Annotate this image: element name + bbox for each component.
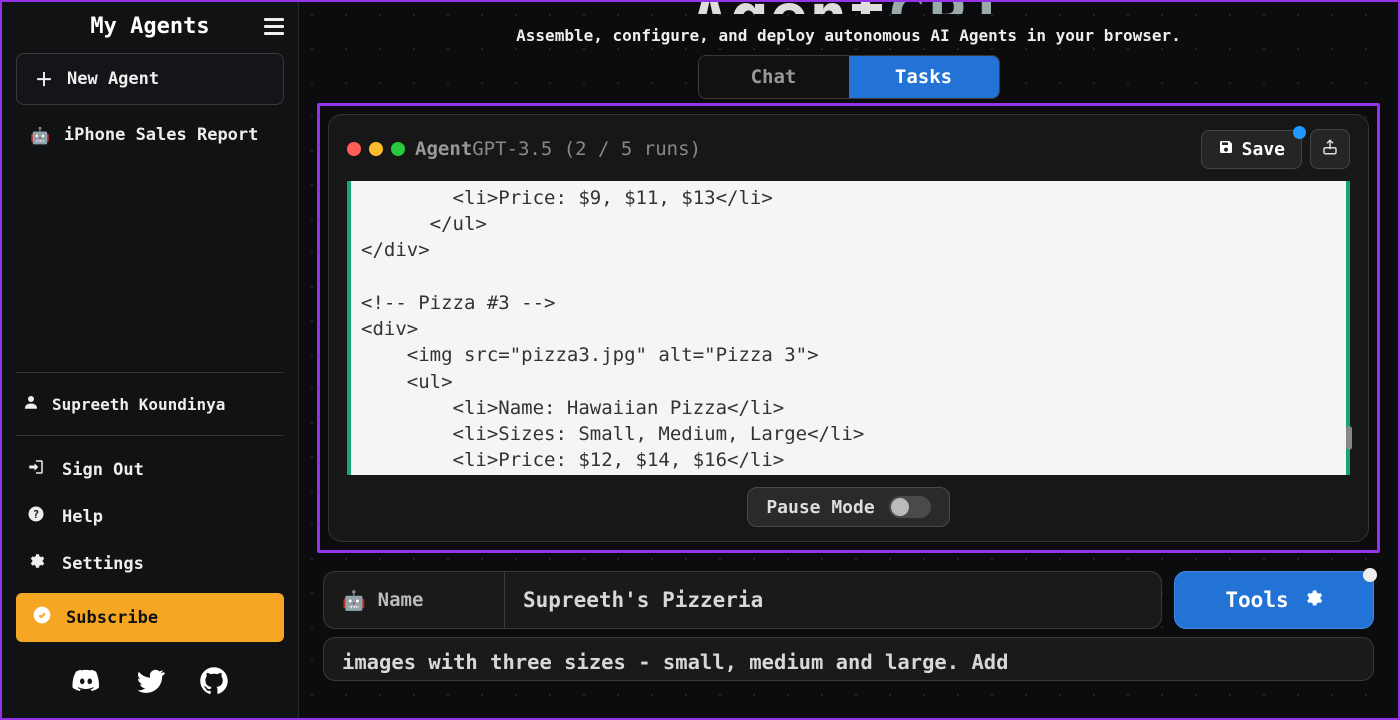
gear-icon [26, 552, 46, 575]
name-input-row: 🤖 Name Supreeth's Pizzeria Tools [323, 571, 1374, 629]
tools-label: Tools [1225, 588, 1288, 612]
nav-label: Sign Out [62, 460, 144, 480]
discord-icon[interactable] [71, 666, 101, 700]
divider [16, 372, 284, 373]
hero: AgentGPT Assemble, configure, and deploy… [299, 2, 1398, 55]
nav-settings[interactable]: Settings [16, 540, 284, 587]
user-label: Supreeth Koundinya [52, 395, 225, 414]
highlight-frame: AgentGPT-3.5 (2 / 5 runs) Save [317, 103, 1380, 553]
nav-help[interactable]: ? Help [16, 493, 284, 540]
robot-icon: 🤖 [342, 589, 366, 612]
sidebar: My Agents ＋ New Agent 🤖 iPhone Sales Rep… [2, 2, 299, 718]
save-button[interactable]: Save [1201, 130, 1302, 169]
subscribe-button[interactable]: Subscribe [16, 593, 284, 642]
goal-input-row: images with three sizes - small, medium … [323, 637, 1374, 681]
svg-text:?: ? [33, 509, 39, 521]
pause-toggle[interactable] [889, 496, 931, 518]
window-controls [347, 142, 405, 156]
check-circle-icon [32, 605, 52, 630]
agent-item-label: iPhone Sales Report [64, 125, 258, 145]
tab-tasks[interactable]: Tasks [849, 56, 999, 98]
app-title: AgentGPT [299, 2, 1398, 14]
name-input[interactable]: Supreeth's Pizzeria [505, 571, 1162, 629]
share-button[interactable] [1310, 129, 1350, 169]
pause-label: Pause Mode [766, 497, 874, 518]
pause-mode-control: Pause Mode [747, 487, 949, 527]
nav-sign-out[interactable]: Sign Out [16, 446, 284, 493]
save-icon [1218, 139, 1234, 160]
terminal-title: AgentGPT-3.5 (2 / 5 runs) [415, 138, 701, 160]
tools-button[interactable]: Tools [1174, 571, 1374, 629]
gear-icon [1303, 588, 1323, 613]
goal-input[interactable]: images with three sizes - small, medium … [323, 637, 1374, 681]
minimize-dot-icon[interactable] [369, 142, 383, 156]
sign-out-icon [26, 458, 46, 481]
hero-subtitle: Assemble, configure, and deploy autonomo… [299, 26, 1398, 45]
main: AgentGPT Assemble, configure, and deploy… [299, 2, 1398, 718]
subscribe-label: Subscribe [66, 608, 158, 628]
robot-icon: 🤖 [30, 126, 50, 145]
plus-icon: ＋ [35, 66, 53, 92]
tab-row: Chat Tasks [299, 55, 1398, 99]
new-agent-button[interactable]: ＋ New Agent [16, 53, 284, 105]
help-icon: ? [26, 505, 46, 528]
sidebar-title: My Agents [90, 14, 209, 39]
tab-chat[interactable]: Chat [699, 56, 849, 98]
terminal-header: AgentGPT-3.5 (2 / 5 runs) Save [347, 129, 1350, 169]
code-output[interactable]: <li>Price: $9, $11, $13</li> </ul> </div… [347, 181, 1350, 475]
sidebar-header: My Agents [16, 14, 284, 39]
menu-icon[interactable] [264, 18, 284, 35]
new-agent-label: New Agent [67, 69, 159, 89]
user-row[interactable]: Supreeth Koundinya [16, 383, 284, 425]
maximize-dot-icon[interactable] [391, 142, 405, 156]
terminal: AgentGPT-3.5 (2 / 5 runs) Save [328, 114, 1369, 542]
nav-label: Help [62, 507, 103, 527]
social-row [16, 666, 284, 708]
nav-label: Settings [62, 554, 144, 574]
save-label: Save [1242, 139, 1285, 160]
notification-dot-icon [1363, 568, 1377, 582]
scrollbar-thumb[interactable] [1346, 426, 1352, 450]
divider [16, 435, 284, 436]
name-field-label: 🤖 Name [323, 571, 505, 629]
sidebar-agent-item[interactable]: 🤖 iPhone Sales Report [16, 115, 284, 155]
github-icon[interactable] [199, 666, 229, 700]
twitter-icon[interactable] [135, 666, 165, 700]
notification-dot-icon [1293, 126, 1306, 139]
close-dot-icon[interactable] [347, 142, 361, 156]
user-icon [22, 393, 40, 415]
